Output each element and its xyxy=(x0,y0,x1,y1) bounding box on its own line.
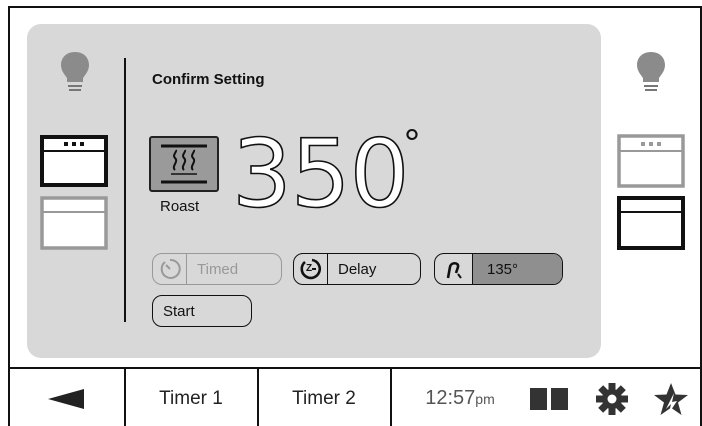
gear-icon xyxy=(596,382,628,415)
roast-mode-button[interactable] xyxy=(149,136,219,192)
light-bulb-icon-right[interactable] xyxy=(634,50,668,101)
clock-time: 12:57 xyxy=(425,387,476,409)
favorites-button[interactable] xyxy=(648,369,694,426)
timer1-button[interactable]: Timer 1 xyxy=(125,369,257,426)
split-view-button[interactable] xyxy=(526,369,572,426)
timed-label: Timed xyxy=(197,260,239,278)
panel-divider xyxy=(124,58,126,322)
bottom-separator xyxy=(390,369,392,426)
probe-temperature-button[interactable]: 135° xyxy=(434,253,563,285)
star-icon xyxy=(654,382,688,415)
svg-text:Z: Z xyxy=(306,263,312,274)
probe-temperature-label: 135° xyxy=(473,254,562,284)
timer1-label: Timer 1 xyxy=(159,387,223,409)
probe-icon xyxy=(435,254,473,284)
settings-button[interactable] xyxy=(590,369,634,426)
delay-button[interactable]: Z Delay xyxy=(293,253,421,285)
timer2-label: Timer 2 xyxy=(292,387,356,409)
temperature-value: 350 xyxy=(231,120,410,229)
bottom-bar: Timer 1 Timer 2 12:57 pm xyxy=(8,367,702,426)
delay-icon: Z xyxy=(294,254,328,284)
delay-label: Delay xyxy=(338,260,377,278)
split-view-icon xyxy=(530,387,568,410)
upper-oven-icon-left[interactable] xyxy=(40,135,108,192)
timer2-button[interactable]: Timer 2 xyxy=(258,369,390,426)
back-button[interactable] xyxy=(8,369,124,426)
lower-oven-icon-right[interactable] xyxy=(617,196,685,255)
timer-icon xyxy=(153,254,187,284)
panel-title: Confirm Setting xyxy=(152,71,265,88)
timed-button[interactable]: Timed xyxy=(152,253,282,285)
clock-display: 12:57 pm xyxy=(406,369,514,426)
back-arrow-icon xyxy=(48,388,84,409)
start-button[interactable]: Start xyxy=(152,295,252,327)
start-label: Start xyxy=(163,302,195,320)
light-bulb-icon-left[interactable] xyxy=(58,50,92,101)
upper-oven-icon-right[interactable] xyxy=(617,134,685,193)
clock-suffix: pm xyxy=(475,390,495,407)
temperature-display[interactable]: 350 xyxy=(231,127,410,223)
lower-oven-icon-left[interactable] xyxy=(40,196,108,255)
roast-icon xyxy=(161,144,207,184)
mode-label: Roast xyxy=(160,198,200,215)
degree-symbol: ° xyxy=(404,122,420,166)
